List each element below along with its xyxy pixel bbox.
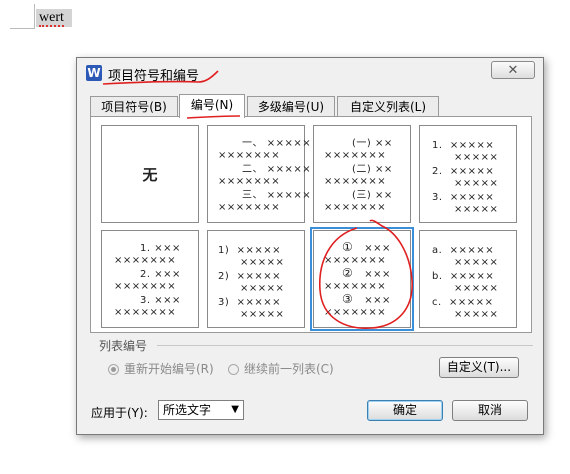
ok-button[interactable]: 确定	[367, 400, 443, 421]
placeholder-text: ×××××	[449, 245, 495, 256]
placeholder-line: ×××××	[240, 283, 285, 294]
format-decimal-label-3: 3.	[432, 192, 443, 203]
placeholder-line: ×××××××	[324, 202, 387, 213]
format-chinese-label-2: 二、	[242, 164, 263, 175]
placeholder-line: ×××××××	[324, 176, 387, 187]
format-none-label: 无	[142, 166, 158, 184]
placeholder-line: ×××××××	[218, 150, 281, 161]
placeholder-line: ×××××	[454, 283, 499, 294]
format-decimal-dot[interactable]: 1. ××××× ××××× 2. ××××× ××××× 3. ××××× ×…	[419, 125, 517, 223]
format-paren-label-3: (三)	[352, 190, 372, 201]
customize-button[interactable]: 自定义(T)...	[439, 357, 519, 378]
placeholder-text: ×××××	[266, 190, 312, 201]
tab-multilevel[interactable]: 多级编号(U)	[247, 96, 335, 117]
continue-list-radio[interactable]: 继续前一列表(C)	[228, 360, 334, 376]
format-indented-label-1: 1.	[140, 243, 151, 254]
tab-numbering[interactable]: 编号(N)	[179, 94, 245, 118]
placeholder-line: ×××××	[240, 257, 285, 268]
placeholder-text: ×××××	[266, 138, 312, 149]
format-paren-label-2: (二)	[352, 164, 372, 175]
placeholder-line: ×××××	[454, 204, 499, 215]
placeholder-text: ×××××	[449, 166, 495, 177]
placeholder-line: ×××××	[454, 152, 499, 163]
format-paren-num-label-2: 2)	[218, 271, 230, 282]
format-chinese-label-3: 三、	[242, 190, 263, 201]
placeholder-line: ×××××××	[114, 307, 177, 318]
format-indented-label-3: 3.	[140, 295, 151, 306]
placeholder-line: ×××××	[454, 257, 499, 268]
close-button[interactable]: ✕	[491, 61, 535, 79]
format-decimal-label-1: 1.	[432, 140, 443, 151]
placeholder-line: ×××××××	[218, 202, 281, 213]
close-icon: ✕	[507, 63, 519, 78]
format-alpha-label-1: a.	[432, 245, 443, 256]
placeholder-line: ×××××××	[324, 150, 387, 161]
placeholder-line: ×××××××	[114, 255, 177, 266]
format-alpha-label-2: b.	[432, 271, 443, 282]
apply-to-select[interactable]: 所选文字 ▼	[158, 400, 244, 420]
list-numbering-group-label: 列表编号	[99, 339, 148, 353]
format-alpha-label-3: c.	[432, 297, 442, 308]
format-none[interactable]: 无	[101, 125, 199, 223]
format-circled-label-3: ③	[342, 292, 354, 306]
apply-to-label: 应用于(Y):	[91, 406, 148, 420]
dialog-titlebar[interactable]: W 项目符号和编号 ✕	[77, 58, 543, 88]
format-chinese-label-1: 一、	[242, 138, 263, 149]
format-decimal-indented[interactable]: 1. ××× ××××××× 2. ××× ××××××× 3. ××× ×××…	[101, 230, 199, 328]
apply-to-value: 所选文字	[163, 403, 212, 417]
placeholder-text: ×××××	[449, 140, 495, 151]
dialog-title: 项目符号和编号	[108, 69, 200, 84]
numbering-gallery: 无 一、 ××××× ××××××× 二、 ××××× ××××××× 三、 ×…	[90, 116, 532, 333]
radio-unselected-icon	[228, 364, 239, 375]
format-circled[interactable]: ① ××× ××××××× ② ××× ××××××× ③ ××× ××××××…	[310, 227, 414, 331]
placeholder-text: ×××××	[449, 271, 495, 282]
format-circled-label-1: ①	[342, 240, 354, 254]
placeholder-line: ×××××××	[218, 176, 281, 187]
radio-selected-icon	[108, 364, 119, 375]
format-decimal-label-2: 2.	[432, 166, 443, 177]
placeholder-line: ×××××××	[324, 307, 387, 318]
tab-custom-list[interactable]: 自定义列表(L)	[337, 96, 439, 117]
format-alpha-dot[interactable]: a. ××××× ××××× b. ××××× ××××× c. ××××× ×…	[419, 230, 517, 328]
placeholder-line: ×××××	[240, 309, 285, 320]
placeholder-text: ×××××	[236, 297, 282, 308]
placeholder-line: ×××××××	[324, 255, 387, 266]
format-indented-label-2: 2.	[140, 269, 151, 280]
format-paren-chinese[interactable]: (一) ×× ××××××× (二) ×× ××××××× (三) ×× ×××…	[313, 125, 411, 223]
restart-numbering-radio[interactable]: 重新开始编号(R)	[108, 360, 214, 376]
bullets-numbering-dialog: W 项目符号和编号 ✕ 项目符号(B) 编号(N) 多级编号(U) 自定义列表(…	[76, 57, 544, 435]
format-paren-num-label-1: 1)	[218, 245, 230, 256]
group-divider	[157, 345, 533, 346]
placeholder-text: ×××××	[449, 192, 495, 203]
dropdown-arrow-icon: ▼	[231, 404, 239, 415]
format-paren-label-1: (一)	[352, 138, 372, 149]
placeholder-line: ×××××××	[324, 281, 387, 292]
placeholder-text: ×××××	[236, 271, 282, 282]
placeholder-line: ×××××××	[114, 281, 177, 292]
format-decimal-paren[interactable]: 1) ××××× ××××× 2) ××××× ××××× 3) ××××× ×…	[207, 230, 305, 328]
format-paren-num-label-3: 3)	[218, 297, 230, 308]
placeholder-text: ×××××	[449, 297, 494, 308]
placeholder-text: ×××××	[266, 164, 312, 175]
page-corner-mark	[10, 4, 35, 29]
placeholder-line: ×××××	[454, 178, 499, 189]
continue-list-label: 继续前一列表(C)	[244, 362, 334, 376]
restart-numbering-label: 重新开始编号(R)	[124, 362, 214, 376]
format-chinese[interactable]: 一、 ××××× ××××××× 二、 ××××× ××××××× 三、 ×××…	[207, 125, 311, 223]
wps-writer-icon: W	[86, 65, 102, 81]
placeholder-line: ×××××	[454, 309, 499, 320]
document-text[interactable]: wert	[36, 9, 72, 27]
format-circled-label-2: ②	[342, 266, 354, 280]
tab-bullets[interactable]: 项目符号(B)	[90, 96, 178, 117]
cancel-button[interactable]: 取消	[452, 400, 528, 421]
placeholder-text: ×××××	[236, 245, 282, 256]
